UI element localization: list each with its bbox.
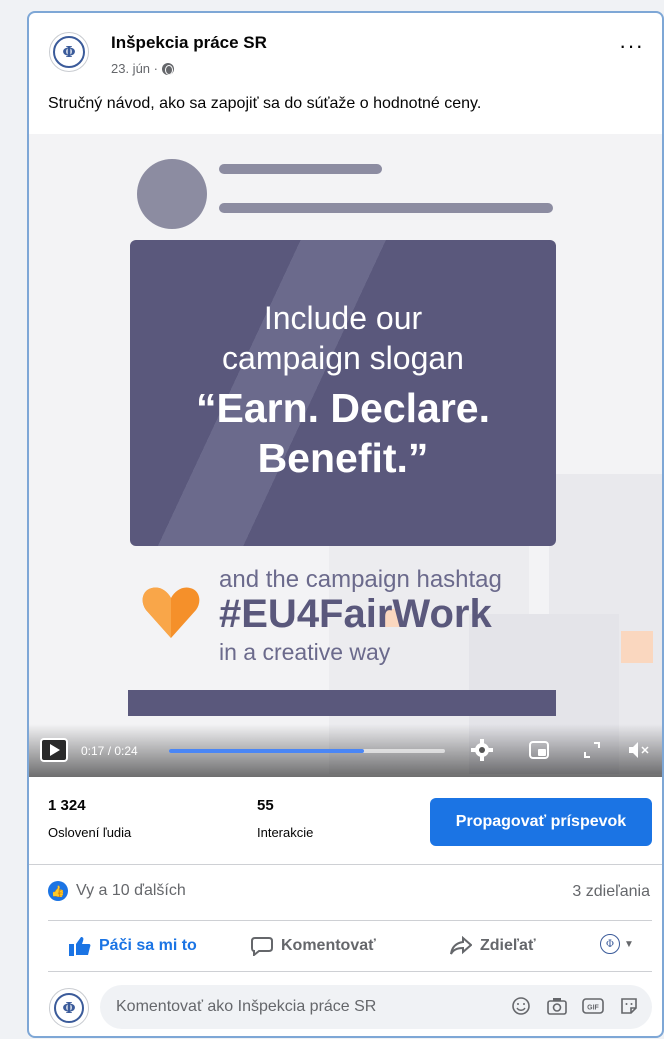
- chevron-down-icon: ▼: [624, 938, 634, 950]
- like-label: Páči sa mi to: [99, 937, 197, 954]
- placeholder-line: [219, 164, 382, 174]
- share-icon: [450, 936, 472, 955]
- emoji-icon[interactable]: [510, 995, 532, 1017]
- video-player[interactable]: Include our campaign slogan “Earn. Decla…: [29, 134, 662, 777]
- comment-tools: GIF: [510, 995, 640, 1017]
- share-label: Zdieľať: [480, 937, 536, 954]
- thumbs-up-icon: [69, 937, 91, 956]
- commenter-avatar[interactable]: Φ: [49, 988, 89, 1028]
- placeholder-bar: [128, 690, 556, 716]
- post-meta: 23. jún ·: [111, 61, 174, 76]
- camera-icon[interactable]: [546, 995, 568, 1017]
- divider: [48, 920, 652, 921]
- picture-in-picture-icon[interactable]: [526, 737, 552, 763]
- placeholder-avatar: [137, 159, 207, 229]
- share-button[interactable]: Zdieľať: [450, 936, 536, 956]
- mute-icon[interactable]: [626, 737, 652, 763]
- page-name-link[interactable]: Inšpekcia práce SR: [111, 33, 267, 53]
- post-header: Φ Inšpekcia práce SR 23. jún · ···: [29, 13, 662, 98]
- page-avatar[interactable]: Φ: [49, 32, 89, 72]
- settings-icon[interactable]: [469, 737, 495, 763]
- post-text: Stručný návod, ako sa zapojiť sa do súťa…: [48, 95, 482, 112]
- video-controls: 0:17 / 0:24: [29, 724, 662, 777]
- slogan-line: “Earn. Declare.: [196, 385, 490, 431]
- page-mini-avatar: Φ: [600, 934, 620, 954]
- slogan-line: Include our: [263, 300, 423, 336]
- more-options-button[interactable]: ···: [619, 35, 644, 57]
- shares-count[interactable]: 3 zdieľania: [572, 883, 650, 901]
- slogan-line: campaign slogan: [222, 340, 464, 376]
- slogan-box: Include our campaign slogan “Earn. Decla…: [130, 240, 556, 546]
- logo-icon: Φ: [54, 993, 84, 1023]
- hashtag: #EU4FairWork: [219, 592, 492, 636]
- like-button[interactable]: Páči sa mi to: [69, 936, 197, 956]
- slogan-line: Benefit.”: [257, 435, 429, 481]
- audience-selector[interactable]: Φ ▼: [600, 934, 634, 954]
- svg-text:GIF: GIF: [587, 1005, 599, 1012]
- divider: [29, 864, 662, 865]
- hashtag-outro: in a creative way: [219, 639, 391, 665]
- placeholder-line: [219, 203, 553, 213]
- comment-label: Komentovať: [281, 937, 376, 954]
- post-date[interactable]: 23. jún ·: [111, 61, 158, 76]
- post-card: Φ Inšpekcia práce SR 23. jún · ··· Struč…: [27, 11, 664, 1038]
- reach-value: 1 324: [48, 797, 86, 814]
- orange-square: [621, 631, 653, 663]
- engagement-value: 55: [257, 797, 274, 814]
- comment-placeholder: Komentovať ako Inšpekcia práce SR: [116, 998, 377, 1015]
- video-time: 0:17 / 0:24: [81, 744, 138, 758]
- promote-post-button[interactable]: Propagovať príspevok: [430, 798, 652, 846]
- logo-symbol: Φ: [62, 999, 76, 1017]
- comment-icon: [251, 937, 273, 956]
- reactions-text: Vy a 10 ďalších: [76, 882, 186, 899]
- divider: [48, 971, 652, 972]
- engagement-label: Interakcie: [257, 825, 314, 840]
- seek-bar[interactable]: [169, 749, 445, 753]
- sticker-icon[interactable]: [618, 995, 640, 1017]
- reach-label: Oslovení ľudia: [48, 825, 132, 840]
- heart-icon: [142, 587, 200, 638]
- hashtag-intro: and the campaign hashtag: [219, 566, 502, 593]
- logo-icon: Φ: [53, 36, 85, 68]
- globe-icon: [161, 62, 174, 75]
- comment-button[interactable]: Komentovať: [251, 936, 376, 956]
- reactions-summary[interactable]: 👍 Vy a 10 ďalších: [48, 881, 186, 901]
- fullscreen-icon[interactable]: [579, 737, 605, 763]
- play-button[interactable]: [40, 738, 68, 762]
- seek-progress: [169, 749, 365, 753]
- like-badge-icon: 👍: [48, 881, 68, 901]
- logo-symbol: Φ: [62, 43, 76, 61]
- gif-icon[interactable]: GIF: [582, 995, 604, 1017]
